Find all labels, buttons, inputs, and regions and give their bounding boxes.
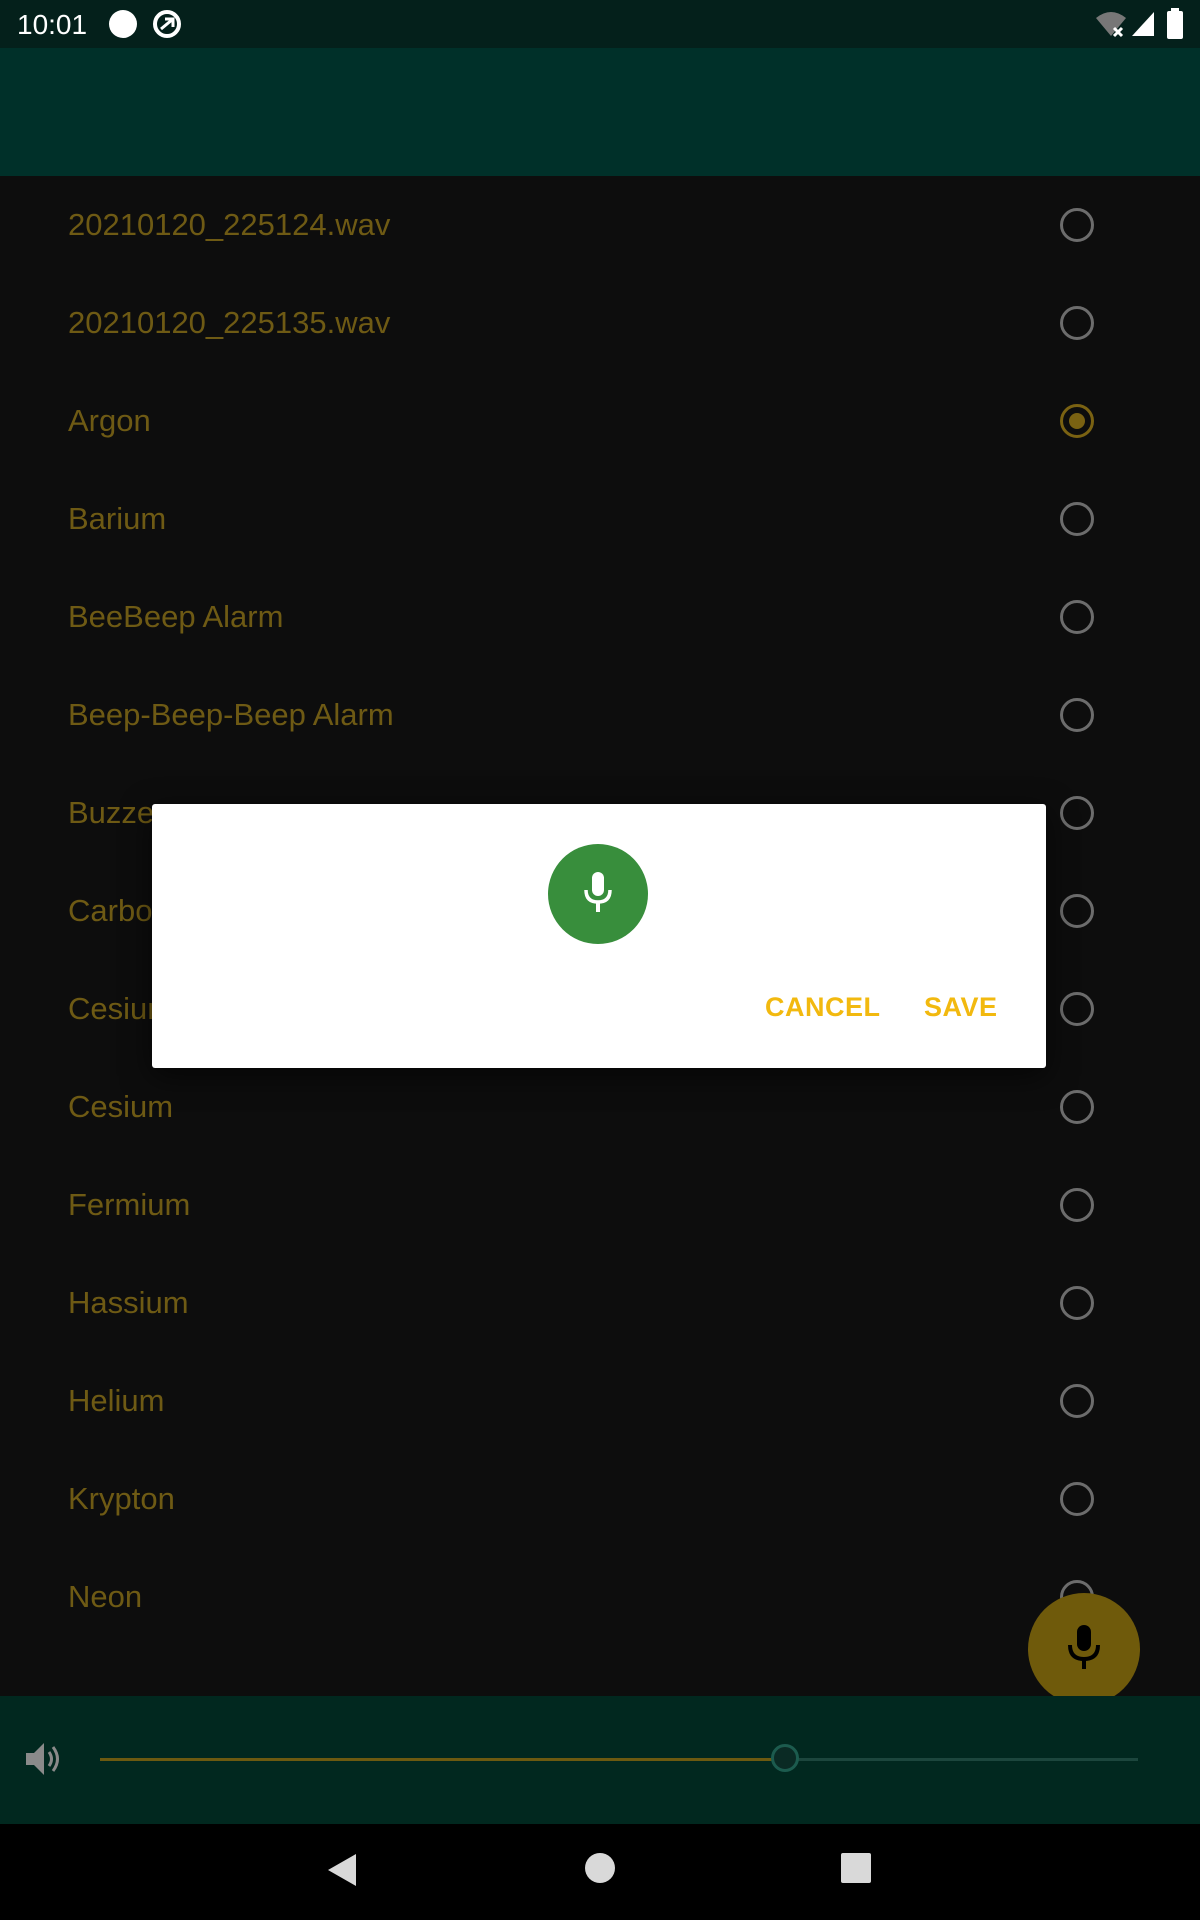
sound-radio-button[interactable]: [1060, 600, 1094, 634]
sound-list-item[interactable]: Neon: [0, 1548, 1200, 1646]
sound-list-item[interactable]: Argon: [0, 372, 1200, 470]
recents-icon[interactable]: [840, 1852, 872, 1889]
sound-label: Argon: [68, 403, 151, 438]
notification-dot-icon: [108, 9, 138, 44]
sync-icon: [152, 9, 182, 44]
microphone-icon: [582, 870, 614, 919]
sound-list-item[interactable]: Hassium: [0, 1254, 1200, 1352]
sound-label: Buzzer: [68, 795, 165, 830]
volume-icon[interactable]: [22, 1738, 64, 1785]
save-button[interactable]: SAVE: [924, 992, 998, 1023]
microphone-icon: [1066, 1623, 1102, 1676]
navigation-bar: [0, 1824, 1200, 1920]
sound-label: 20210120_225135.wav: [68, 305, 391, 340]
sound-list-item[interactable]: Krypton: [0, 1450, 1200, 1548]
record-dialog: CANCEL SAVE: [152, 804, 1046, 1068]
sound-radio-button[interactable]: [1060, 992, 1094, 1026]
sound-radio-button[interactable]: [1060, 1286, 1094, 1320]
sound-list-item[interactable]: Cesium: [0, 1058, 1200, 1156]
sound-label: Hassium: [68, 1285, 189, 1320]
record-fab-button[interactable]: [1028, 1593, 1140, 1705]
app-bar: [0, 48, 1200, 176]
sound-label: Krypton: [68, 1481, 175, 1516]
sound-list-item[interactable]: Fermium: [0, 1156, 1200, 1254]
sound-radio-button[interactable]: [1060, 404, 1094, 438]
sound-list-item[interactable]: 20210120_225135.wav: [0, 274, 1200, 372]
status-bar: 10:01: [0, 0, 1200, 48]
dialog-record-button[interactable]: [548, 844, 648, 944]
sound-radio-button[interactable]: [1060, 1090, 1094, 1124]
sound-label: Beep-Beep-Beep Alarm: [68, 697, 394, 732]
sound-label: Helium: [68, 1383, 165, 1418]
sound-radio-button[interactable]: [1060, 306, 1094, 340]
signal-icon: [1130, 10, 1156, 43]
sound-list-item[interactable]: Beep-Beep-Beep Alarm: [0, 666, 1200, 764]
sound-list-item[interactable]: Barium: [0, 470, 1200, 568]
sound-radio-button[interactable]: [1060, 1482, 1094, 1516]
sound-list-item[interactable]: 20210120_225124.wav: [0, 176, 1200, 274]
sound-list-item[interactable]: Helium: [0, 1352, 1200, 1450]
volume-slider-fill: [100, 1758, 786, 1761]
sound-radio-button[interactable]: [1060, 502, 1094, 536]
cancel-button[interactable]: CANCEL: [765, 992, 881, 1023]
sound-label: Fermium: [68, 1187, 191, 1222]
wifi-off-icon: [1094, 10, 1128, 43]
back-icon[interactable]: [324, 1850, 360, 1895]
sound-radio-button[interactable]: [1060, 698, 1094, 732]
sound-label: 20210120_225124.wav: [68, 207, 391, 242]
status-time: 10:01: [17, 9, 88, 40]
sound-label: Neon: [68, 1579, 143, 1614]
sound-radio-button[interactable]: [1060, 1384, 1094, 1418]
sound-radio-button[interactable]: [1060, 208, 1094, 242]
volume-slider-thumb[interactable]: [771, 1744, 800, 1772]
sound-radio-button[interactable]: [1060, 1188, 1094, 1222]
sound-label: Cesium: [68, 1089, 174, 1124]
sound-label: BeeBeep Alarm: [68, 599, 284, 634]
sound-radio-button[interactable]: [1060, 796, 1094, 830]
battery-icon: [1166, 8, 1184, 45]
sound-radio-button[interactable]: [1060, 894, 1094, 928]
sound-list-item[interactable]: BeeBeep Alarm: [0, 568, 1200, 666]
home-icon[interactable]: [584, 1852, 616, 1889]
sound-label: Barium: [68, 501, 167, 536]
